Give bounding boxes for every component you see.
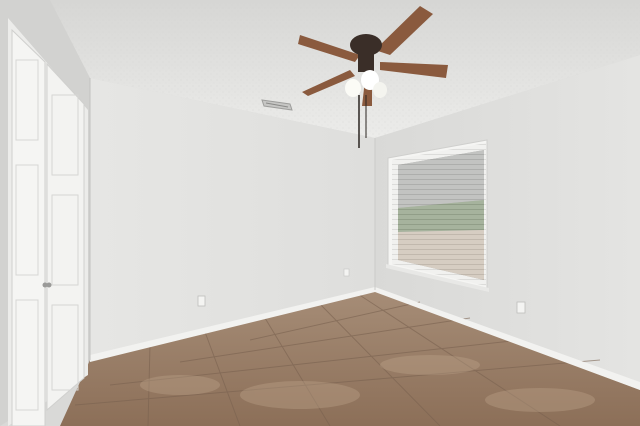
fan-light-3 — [373, 82, 387, 98]
closet-door-left[interactable] — [11, 28, 46, 426]
outlet-icon — [197, 295, 206, 307]
window-blinds[interactable] — [392, 143, 486, 286]
fan-light-1 — [345, 79, 361, 97]
room-photo — [0, 0, 640, 426]
window — [386, 139, 489, 292]
outlet-icon-right — [516, 301, 526, 314]
outlet-icon-back — [343, 268, 350, 277]
